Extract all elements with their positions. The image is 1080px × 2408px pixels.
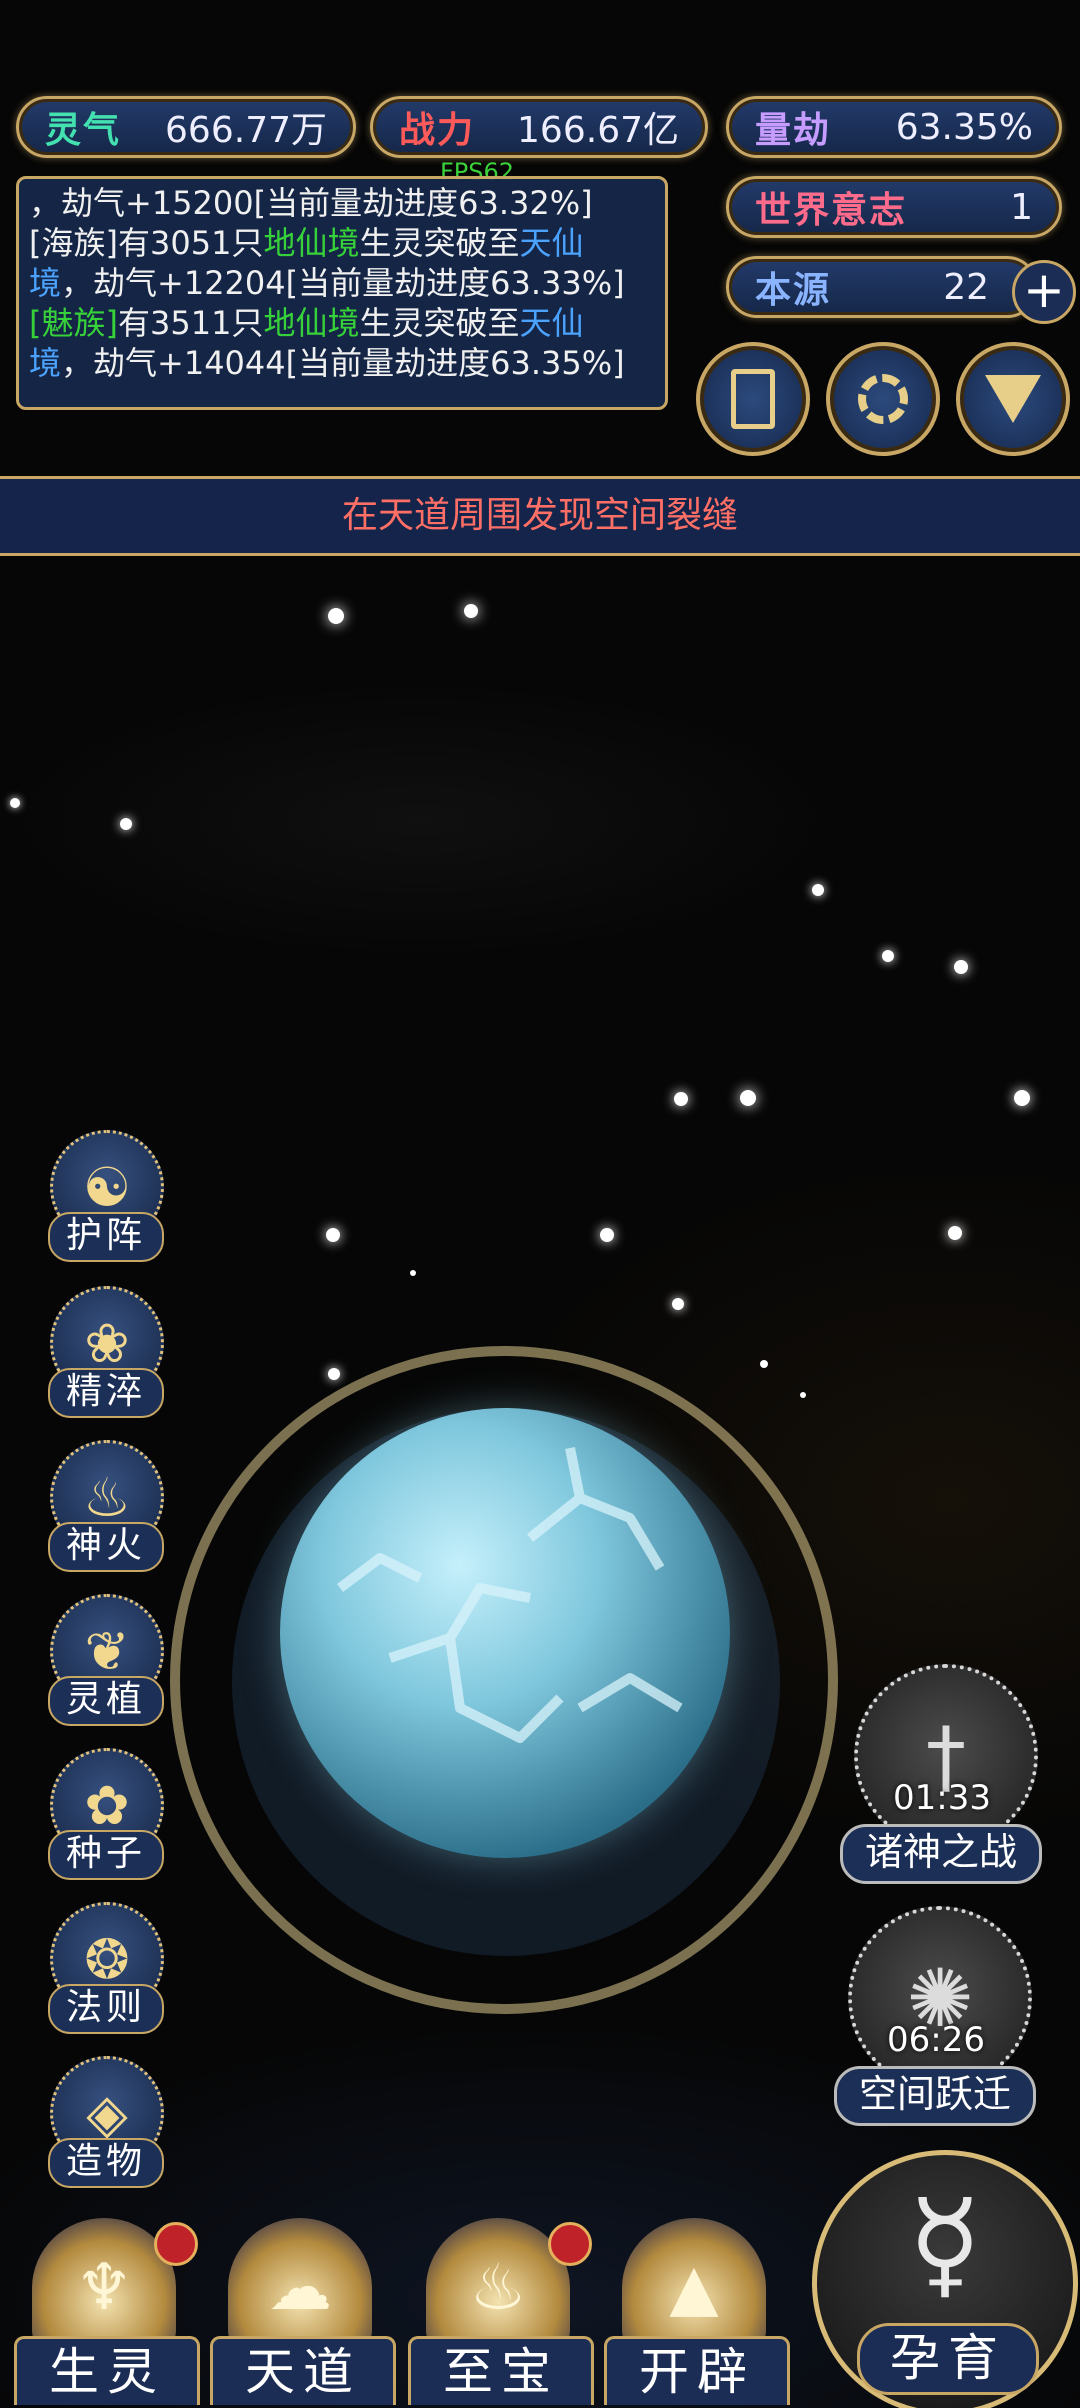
log-text: ，劫气+14044[当前量劫进度63.35%] — [61, 344, 625, 382]
nav-tiandao[interactable]: ☁ 天道 — [210, 2218, 396, 2408]
log-realm-to: 境 — [29, 344, 62, 382]
side-button-lingzhi[interactable]: ❦ 灵植 — [38, 1594, 170, 1726]
side-button-zaowu[interactable]: ◈ 造物 — [38, 2056, 170, 2188]
log-text: 有3511只 — [117, 304, 264, 342]
nav-label: 生灵 — [14, 2336, 200, 2405]
card-button[interactable] — [696, 342, 810, 456]
event-label: 空间跃迁 — [834, 2066, 1036, 2126]
zhanli-value: 166.67亿 — [517, 110, 679, 151]
shijie-stat: 世界意志 1 — [726, 176, 1062, 238]
shijie-value: 1 — [1010, 186, 1033, 228]
side-button-huzhen[interactable]: ☯ 护阵 — [38, 1130, 170, 1262]
vortex-button[interactable] — [826, 342, 940, 456]
event-timer: 01:33 — [893, 1778, 991, 1818]
add-benyuan-button[interactable]: + — [1012, 260, 1076, 324]
nav-label: 天道 — [210, 2336, 396, 2405]
sword-icon: † — [854, 1664, 1038, 1848]
portal-icon: ✺ — [848, 1906, 1032, 2090]
log-line: ，劫气+15200[当前量劫进度63.32%] — [29, 184, 593, 222]
lingqi-stat: 灵气 666.77万 — [16, 96, 356, 158]
side-button-faze[interactable]: ❂ 法则 — [38, 1902, 170, 2034]
zhanli-stat: 战力 166.67亿 — [370, 96, 708, 158]
planet-pattern — [337, 1447, 683, 1743]
notification-banner[interactable]: 在天道周围发现空间裂缝 — [0, 476, 1080, 556]
flag-button[interactable] — [956, 342, 1070, 456]
side-button-zhongzi[interactable]: ✿ 种子 — [38, 1748, 170, 1880]
nav-label: 至宝 — [408, 2336, 594, 2405]
liangjie-value: 63.35% — [895, 106, 1033, 148]
side-button-jingcui[interactable]: ❀ 精淬 — [38, 1286, 170, 1418]
log-realm-from: 地仙境 — [263, 224, 360, 262]
liangjie-label: 量劫 — [755, 110, 832, 151]
side-button-label: 神火 — [48, 1522, 164, 1572]
world-planet[interactable] — [280, 1408, 730, 1858]
card-icon — [731, 369, 775, 429]
liangjie-stat: 量劫 63.35% — [726, 96, 1062, 158]
log-text: 有3051只 — [117, 224, 264, 262]
side-button-label: 精淬 — [48, 1368, 164, 1418]
event-label: 诸神之战 — [840, 1824, 1042, 1884]
nav-label: 开辟 — [604, 2336, 790, 2405]
benyuan-stat: 本源 22 — [726, 256, 1038, 318]
event-timer: 06:26 — [887, 2020, 985, 2060]
log-race: [魅族] — [29, 304, 118, 342]
log-text: 生灵突破至 — [359, 304, 520, 342]
goddess-icon: ☿ — [908, 2175, 982, 2314]
side-button-label: 种子 — [48, 1830, 164, 1880]
lingqi-value: 666.77万 — [165, 110, 327, 151]
log-entry: [魅族]有3511只地仙境生灵突破至天仙境，劫气+14044[当前量劫进度63.… — [29, 303, 655, 383]
side-button-shenhuo[interactable]: ♨ 神火 — [38, 1440, 170, 1572]
benyuan-value: 22 — [943, 266, 989, 308]
log-realm-from: 地仙境 — [263, 304, 360, 342]
side-button-label: 法则 — [48, 1984, 164, 2034]
lingqi-label: 灵气 — [45, 110, 122, 151]
side-button-label: 造物 — [48, 2138, 164, 2188]
log-text: ，劫气+12204[当前量劫进度63.33%] — [61, 264, 625, 302]
notification-dot — [154, 2222, 198, 2266]
log-entry: [海族]有3051只地仙境生灵突破至天仙境，劫气+12204[当前量劫进度63.… — [29, 223, 655, 303]
game-screen: 灵气 666.77万 战力 166.67亿 FPS62 量劫 63.35% 世界… — [0, 0, 1080, 2408]
nav-kaipi[interactable]: ▲ 开辟 — [604, 2218, 790, 2408]
log-realm-to: 天仙 — [519, 224, 584, 262]
yunyu-label: 孕育 — [857, 2323, 1039, 2395]
vortex-icon — [858, 374, 908, 424]
log-realm-to: 境 — [29, 264, 62, 302]
log-text: 生灵突破至 — [359, 224, 520, 262]
log-realm-to: 天仙 — [519, 304, 584, 342]
notification-dot — [548, 2222, 592, 2266]
benyuan-label: 本源 — [755, 270, 832, 311]
side-button-label: 灵植 — [48, 1676, 164, 1726]
zhanli-label: 战力 — [399, 110, 476, 151]
shijie-label: 世界意志 — [755, 190, 908, 231]
log-race: [海族] — [29, 224, 118, 262]
event-log: ，劫气+15200[当前量劫进度63.32%] [海族]有3051只地仙境生灵突… — [16, 176, 668, 410]
banner-flag-icon — [985, 375, 1041, 423]
yunyu-button[interactable]: ☿ 孕育 — [812, 2150, 1078, 2408]
side-button-label: 护阵 — [48, 1212, 164, 1262]
